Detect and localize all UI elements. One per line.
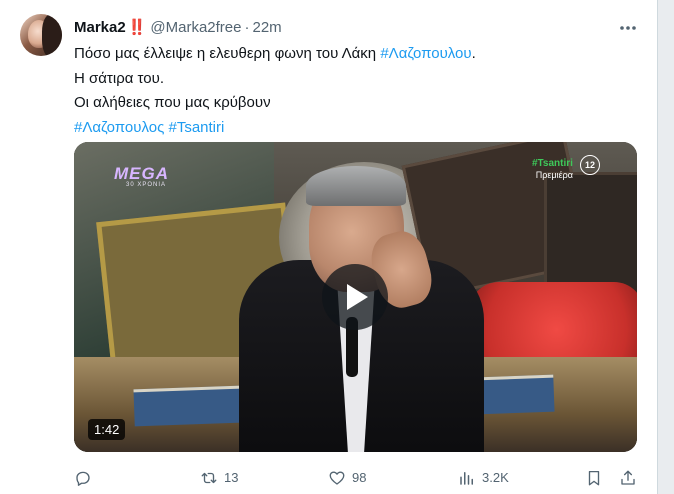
tweet-text-line-2: Η σάτιρα του. xyxy=(74,69,164,87)
views-icon xyxy=(460,472,473,485)
tweet-text-line-3: Οι αλήθειες που μας κρύβουν xyxy=(74,94,271,111)
separator-dot: · xyxy=(244,19,250,36)
action-bar: 13 98 3.2K xyxy=(74,466,639,490)
video-duration: 1:42 xyxy=(88,419,126,440)
show-tag: #Tsantiri xyxy=(532,158,573,169)
video-player[interactable]: MEGA 30 ΧΡΟΝΙΑ #Tsantiri Πρεμιέρα 12 1:4… xyxy=(74,142,637,452)
tweet-text-line-1: Πόσο μας έλλειψε η ελευθερη φωνη του Λάκ… xyxy=(74,42,476,67)
share-icon xyxy=(621,470,635,485)
retweet-icon xyxy=(201,472,217,484)
tweet-timestamp[interactable]: 22m xyxy=(252,19,281,36)
channel-logo-text: MEGA xyxy=(114,164,169,183)
retweet-count: 13 xyxy=(224,470,239,485)
hashtag-link[interactable]: #Tsantiri xyxy=(168,119,224,136)
views-count: 3.2K xyxy=(482,470,509,485)
show-overlay: #Tsantiri Πρεμιέρα xyxy=(532,158,573,180)
retweet-button[interactable]: 13 xyxy=(200,466,238,490)
hashtag-link[interactable]: #Λαζοπουλου xyxy=(380,45,471,62)
double-exclamation-badge: ‼️ xyxy=(127,19,147,36)
play-button[interactable] xyxy=(322,264,388,330)
tweet-card[interactable]: Marka2 ‼️ @Marka2free · 22m Πόσο μας έλλειψε… xyxy=(0,0,658,494)
tweet-text-period: . xyxy=(471,45,476,62)
tweet-text: Πόσο μας έλλειψε η ελευθερη φωνη του Λάκ… xyxy=(74,42,476,140)
channel-logo-sub: 30 ΧΡΟΝΙΑ xyxy=(126,182,167,188)
tweet-header: Marka2 ‼️ @Marka2free · 22m xyxy=(74,18,282,38)
age-rating-badge: 12 xyxy=(580,155,600,175)
hashtag-link[interactable]: #Λαζοπουλος xyxy=(74,119,164,136)
avatar-hair xyxy=(42,14,62,56)
display-name[interactable]: Marka2 xyxy=(74,19,126,36)
reply-icon xyxy=(76,471,90,486)
set-prop xyxy=(544,172,637,298)
user-handle[interactable]: @Marka2free xyxy=(150,19,241,36)
bookmark-button[interactable] xyxy=(585,466,609,490)
like-count: 98 xyxy=(352,470,367,485)
reply-button[interactable] xyxy=(74,466,98,490)
heart-icon xyxy=(329,471,345,485)
play-icon xyxy=(347,284,368,310)
bookmark-icon xyxy=(588,470,600,486)
channel-logo: MEGA 30 ΧΡΟΝΙΑ xyxy=(114,164,169,188)
tweet-text-line-4: #Λαζοπουλος #Tsantiri xyxy=(74,116,476,141)
share-button[interactable] xyxy=(619,466,643,490)
like-button[interactable]: 98 xyxy=(328,466,366,490)
tweet-text-fragment: Πόσο μας έλλειψε η ελευθερη φωνη του Λάκ… xyxy=(74,45,377,62)
more-dots-icon[interactable] xyxy=(617,18,639,38)
views-button[interactable]: 3.2K xyxy=(458,466,509,490)
presenter-hair xyxy=(306,166,406,206)
show-subtitle: Πρεμιέρα xyxy=(535,170,573,180)
avatar[interactable] xyxy=(20,14,62,56)
